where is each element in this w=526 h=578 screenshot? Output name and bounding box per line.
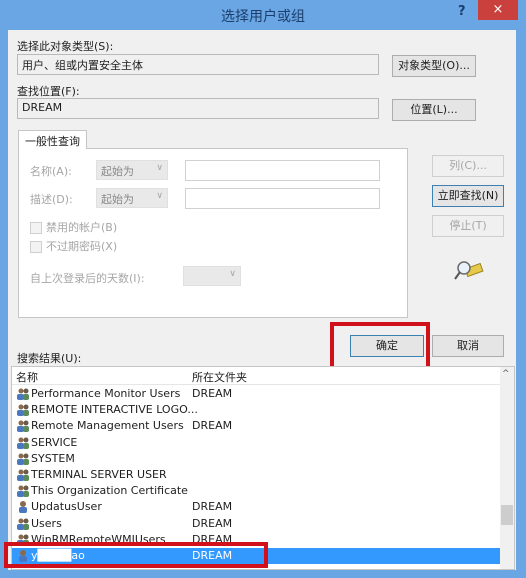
days-since-logon-select[interactable]: ∨ — [183, 266, 241, 286]
dialog-window: 选择用户或组 ? × 选择此对象类型(S): 用户、组或内置安全主体 对象类型(… — [0, 0, 526, 578]
chevron-down-icon: ∨ — [156, 163, 163, 173]
description-mode-select[interactable]: 起始为 ∨ — [96, 188, 168, 208]
locations-button[interactable]: 位置(L)... — [392, 99, 476, 121]
result-row[interactable]: UpdatusUser DREAM — [12, 499, 500, 515]
cancel-button[interactable]: 取消 — [432, 335, 504, 357]
description-input[interactable] — [185, 188, 380, 209]
chevron-down-icon: ∨ — [229, 269, 236, 279]
help-button[interactable]: ? — [458, 4, 466, 19]
result-row[interactable]: REMOTE INTERACTIVE LOGO... — [12, 402, 500, 418]
result-name: Users — [31, 516, 62, 530]
result-name: Performance Monitor Users — [31, 387, 181, 400]
result-row[interactable]: SERVICE — [12, 435, 500, 451]
result-name: Remote Management Users — [31, 419, 184, 433]
column-header-name[interactable]: 名称 — [16, 369, 38, 385]
location-field: DREAM — [17, 98, 379, 119]
result-name: UpdatusUser — [31, 500, 102, 514]
close-button[interactable]: × — [478, 0, 518, 20]
result-name: SYSTEM — [31, 451, 75, 465]
result-row[interactable]: Users DREAM — [12, 516, 500, 532]
checkbox-box — [30, 222, 42, 234]
result-folder: DREAM — [192, 516, 233, 530]
group-icon — [16, 387, 30, 400]
description-mode-value: 起始为 — [101, 193, 134, 206]
name-label: 名称(A): — [30, 165, 72, 178]
result-row[interactable]: TERMINAL SERVER USER — [12, 467, 500, 483]
scroll-up-arrow-icon[interactable]: ^ — [502, 369, 510, 379]
disabled-accounts-checkbox[interactable]: 禁用的帐户(B) — [30, 219, 117, 235]
result-folder: DREAM — [192, 419, 233, 433]
chevron-down-icon: ∨ — [156, 191, 163, 201]
name-input[interactable] — [185, 160, 380, 181]
search-magnifier-icon — [454, 258, 484, 282]
object-type-field: 用户、组或内置安全主体 — [17, 54, 379, 75]
stop-button[interactable]: 停止(T) — [432, 215, 504, 237]
result-row[interactable]: Remote Management Users DREAM — [12, 418, 500, 434]
user-icon — [16, 500, 30, 514]
object-types-button[interactable]: 对象类型(O)... — [392, 55, 476, 77]
result-name: TERMINAL SERVER USER — [31, 468, 167, 481]
columns-button[interactable]: 列(C)... — [432, 155, 504, 177]
vertical-scrollbar[interactable]: ^ — [500, 367, 514, 569]
title-bar: 选择用户或组 ? × — [0, 0, 526, 30]
tab-common-queries[interactable]: 一般性查询 — [18, 130, 87, 149]
group-icon — [16, 436, 30, 449]
result-row[interactable]: Performance Monitor Users DREAM — [12, 386, 500, 402]
result-folder: DREAM — [192, 387, 233, 400]
name-mode-select[interactable]: 起始为 ∨ — [96, 160, 168, 180]
location-label: 查找位置(F): — [17, 85, 80, 98]
result-row[interactable]: SYSTEM — [12, 451, 500, 467]
dialog-title: 选择用户或组 — [221, 9, 305, 25]
description-label: 描述(D): — [30, 193, 73, 206]
results-header: 名称 所在文件夹 — [12, 367, 500, 385]
non-expiring-password-label: 不过期密码(X) — [46, 240, 118, 253]
column-header-folder[interactable]: 所在文件夹 — [192, 369, 247, 385]
dialog-body: 选择此对象类型(S): 用户、组或内置安全主体 对象类型(O)... 查找位置(… — [4, 30, 516, 570]
group-icon — [16, 468, 30, 481]
scrollbar-thumb[interactable] — [501, 505, 513, 525]
search-results-label: 搜索结果(U): — [17, 352, 82, 365]
disabled-accounts-label: 禁用的帐户(B) — [46, 221, 118, 234]
days-since-logon-label: 自上次登录后的天数(I): — [30, 272, 145, 285]
result-name: SERVICE — [31, 435, 78, 449]
result-name: This Organization Certificate — [31, 484, 188, 498]
group-icon — [16, 419, 30, 433]
checkbox-box — [30, 241, 42, 253]
search-results-list[interactable]: 名称 所在文件夹 Performance Monitor Users DREAM R… — [11, 366, 515, 570]
highlight-user-annotation — [4, 542, 268, 568]
non-expiring-password-checkbox[interactable]: 不过期密码(X) — [30, 238, 117, 254]
group-icon — [16, 403, 30, 417]
result-name: REMOTE INTERACTIVE LOGO... — [31, 403, 198, 417]
result-folder: DREAM — [192, 500, 233, 514]
result-row[interactable]: This Organization Certificate — [12, 483, 500, 499]
group-icon — [16, 517, 30, 530]
find-now-button[interactable]: 立即查找(N) — [432, 185, 504, 207]
group-icon — [16, 452, 30, 465]
object-type-label: 选择此对象类型(S): — [17, 40, 114, 53]
name-mode-value: 起始为 — [101, 165, 134, 178]
group-icon — [16, 484, 30, 498]
